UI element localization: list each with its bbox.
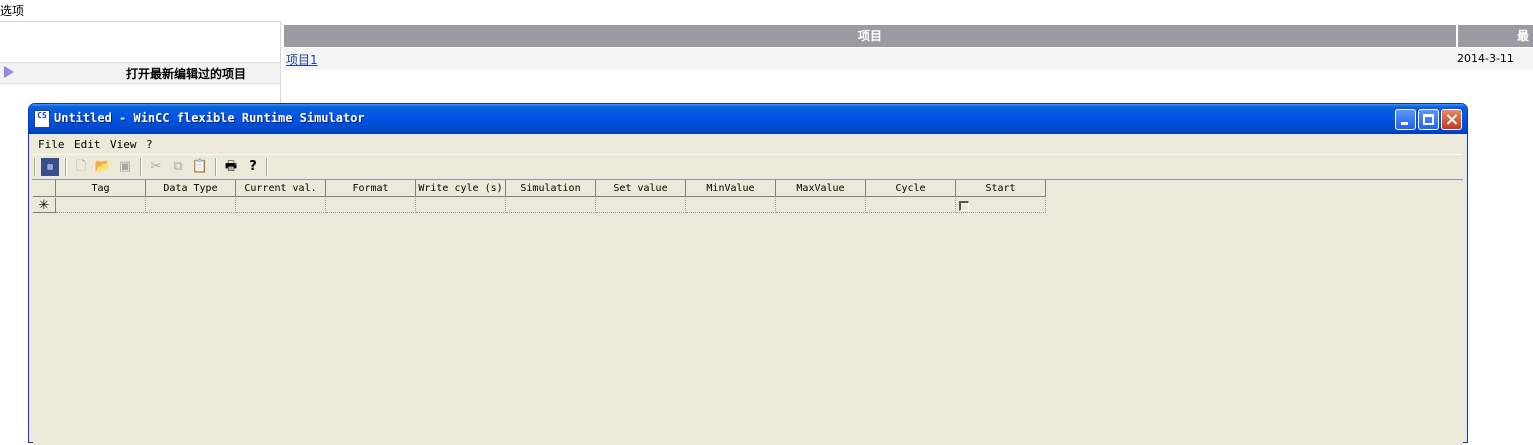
menu-bar: File Edit View ? [32,135,1462,153]
print-icon[interactable]: 🖶 [222,158,240,176]
toolbar-separator [266,158,268,176]
column-header-tag[interactable]: Tag [56,180,146,197]
column-header-data-type[interactable]: Data Type [146,180,236,197]
paste-icon[interactable]: 📋 [191,158,209,176]
toolbar-grip [34,158,36,176]
column-header-simulation[interactable]: Simulation [506,180,596,197]
toolbar-separator [140,158,142,176]
menu-help[interactable]: ? [146,138,153,151]
simulator-window: CS Untitled - WinCC flexible Runtime Sim… [28,103,1468,445]
project-date: 2014-3-11 [1457,52,1514,65]
column-header-start[interactable]: Start [956,180,1046,197]
column-header-project: 项目 [284,25,1458,47]
column-header-last: 最 [1517,29,1530,43]
cut-icon[interactable]: ✂ [147,158,165,176]
column-header-min-value[interactable]: MinValue [686,180,776,197]
title-bar[interactable]: CS Untitled - WinCC flexible Runtime Sim… [29,104,1467,134]
start-checkbox[interactable] [959,201,969,211]
tag-grid: Tag Data Type Current val. Format Write … [33,179,1463,445]
copy-icon[interactable]: ⧉ [169,158,187,176]
close-button[interactable] [1441,109,1462,130]
menu-file[interactable]: File [38,138,65,151]
cell-format[interactable] [326,198,416,213]
toolbar: ▥ 🗋 📂 ▣ ✂ ⧉ 📋 🖶 ? [32,154,1462,180]
save-icon[interactable]: ▣ [116,158,134,176]
open-folder-icon[interactable]: 📂 [94,158,112,176]
cell-current-val[interactable] [236,198,326,213]
table-row: 项目1 2014-3-11 [284,48,1533,70]
column-header-cycle[interactable]: Cycle [866,180,956,197]
column-header-format[interactable]: Format [326,180,416,197]
cell-data-type[interactable] [146,198,236,213]
help-icon[interactable]: ? [244,158,262,176]
cell-write-cycle[interactable] [416,198,506,213]
new-file-icon[interactable]: 🗋 [72,158,90,176]
minimize-button[interactable] [1395,109,1416,130]
column-header-set-value[interactable]: Set value [596,180,686,197]
simulator-icon[interactable]: ▥ [41,158,59,176]
projects-table-header: 项目 最 [284,25,1533,47]
maximize-button[interactable] [1418,109,1439,130]
cell-set-value[interactable] [596,198,686,213]
column-header-write-cycle[interactable]: Write cyle (s) [416,180,506,197]
grid-header: Tag Data Type Current val. Format Write … [33,180,1046,198]
recent-projects-label: 打开最新编辑过的项目 [126,67,247,81]
toolbar-separator [215,158,217,176]
menu-edit[interactable]: Edit [74,138,101,151]
cell-tag[interactable] [56,198,146,213]
cell-simulation[interactable] [506,198,596,213]
app-icon[interactable]: CS [34,110,50,128]
page-title: 选项 [0,4,25,18]
menu-view[interactable]: View [110,138,137,151]
recent-projects-row[interactable]: 打开最新编辑过的项目 [0,62,280,84]
expand-arrow-icon[interactable] [4,66,14,78]
new-row-marker[interactable]: ✳ [33,198,56,213]
cell-start[interactable] [956,198,1046,213]
window-title: Untitled - WinCC flexible Runtime Simula… [54,111,365,125]
cell-cycle[interactable] [866,198,956,213]
toolbar-separator [65,158,67,176]
table-row: ✳ [33,198,1046,213]
cell-min-value[interactable] [686,198,776,213]
project-link[interactable]: 项目1 [286,51,318,68]
corner-cell[interactable] [33,180,56,197]
column-header-current-val[interactable]: Current val. [236,180,326,197]
cell-max-value[interactable] [776,198,866,213]
column-header-max-value[interactable]: MaxValue [776,180,866,197]
